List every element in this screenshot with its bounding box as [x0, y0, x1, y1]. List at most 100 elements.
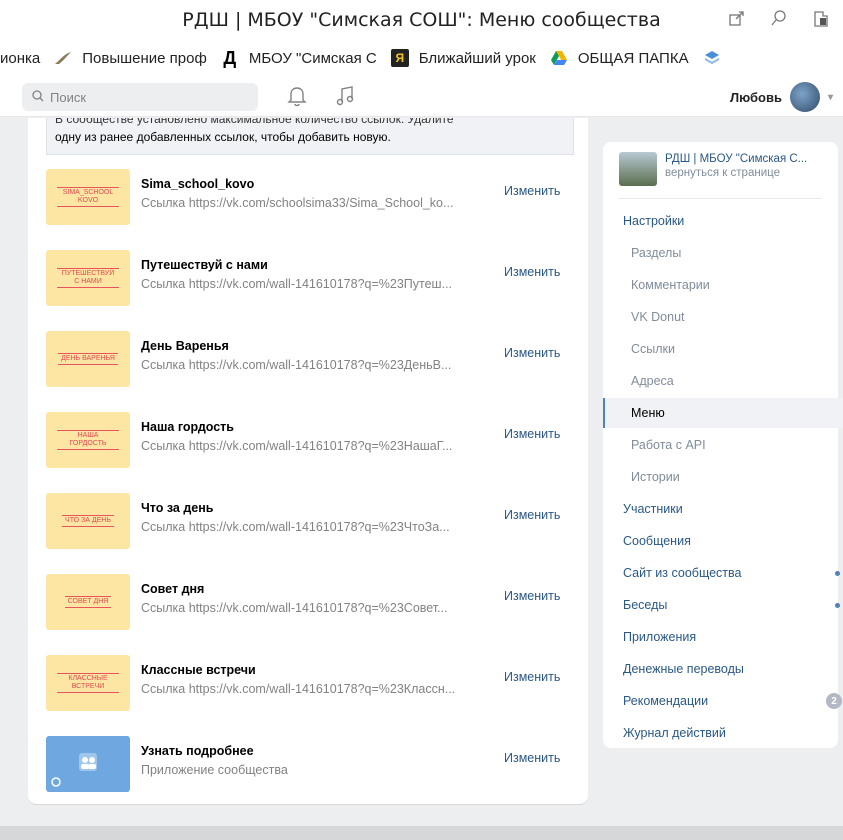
- sidebar-item-label: Настройки: [623, 214, 685, 228]
- item-title[interactable]: Путешествуй с нами: [141, 258, 268, 272]
- list-item[interactable]: ПУТЕШЕСТВУЙ С НАМИ Путешествуй с нами Сс…: [46, 250, 570, 306]
- item-link: Ссылка https://vk.com/wall-141610178?q=%…: [141, 601, 448, 615]
- edit-button[interactable]: Изменить: [504, 589, 560, 603]
- item-thumbnail: НАША ГОРДОСТЬ: [46, 412, 130, 468]
- search-input[interactable]: Поиск: [22, 83, 258, 111]
- item-thumbnail: ЧТО ЗА ДЕНЬ: [46, 493, 130, 549]
- item-thumbnail: ДЕНЬ ВАРЕНЬЯ: [46, 331, 130, 387]
- user-menu[interactable]: Любовь ▾: [730, 82, 833, 112]
- thumbnail-label: КЛАССНЫЕ ВСТРЕЧИ: [57, 673, 119, 693]
- item-thumbnail: ПУТЕШЕСТВУЙ С НАМИ: [46, 250, 130, 306]
- sidebar-item-label: Меню: [631, 406, 665, 420]
- sidebar-item-chats[interactable]: Беседы: [603, 590, 843, 620]
- sidebar-item-recommendations[interactable]: Рекомендации 2: [603, 686, 843, 716]
- music-note-icon[interactable]: [335, 85, 355, 112]
- sidebar-item-label: Комментарии: [631, 278, 710, 292]
- sidebar-item-vk-donut[interactable]: VK Donut: [603, 302, 843, 332]
- notice-line-2: одну из ранее добавленных ссылок, чтобы …: [55, 130, 391, 144]
- sidebar-item-api[interactable]: Работа с API: [603, 430, 843, 460]
- sidebar-item-label: Истории: [631, 470, 680, 484]
- google-drive-icon: [550, 49, 568, 67]
- avatar: [789, 82, 820, 112]
- edit-button[interactable]: Изменить: [504, 670, 560, 684]
- chevron-down-icon: ▾: [827, 91, 833, 103]
- search-placeholder: Поиск: [50, 89, 87, 105]
- item-link: Ссылка https://vk.com/wall-141610178?q=%…: [141, 439, 453, 453]
- list-item[interactable]: Узнать подробнее Приложение сообщества И…: [46, 736, 570, 792]
- edit-button[interactable]: Изменить: [504, 751, 560, 765]
- item-title[interactable]: День Варенья: [141, 339, 229, 353]
- sidebar-item-label: Разделы: [631, 246, 682, 260]
- item-title[interactable]: Узнать подробнее: [141, 744, 254, 758]
- sidebar-item-links[interactable]: Ссылки: [603, 334, 843, 364]
- bookmark-label: Ближайший урок: [418, 49, 536, 67]
- thumbnail-label: SIMA_SCHOOL KOVO: [57, 187, 119, 207]
- sidebar-item-apps[interactable]: Приложения: [603, 622, 843, 652]
- bookmark-label: Повышение проф: [82, 49, 207, 67]
- notice-line-1: В сообществе установлено максимальное ко…: [55, 118, 454, 126]
- d-logo-icon: Д: [223, 47, 237, 68]
- thumbnail-label: ДЕНЬ ВАРЕНЬЯ: [58, 353, 118, 365]
- edit-button[interactable]: Изменить: [504, 265, 560, 279]
- item-link: Ссылка https://vk.com/wall-141610178?q=%…: [141, 520, 450, 534]
- sidebar-item-menu[interactable]: Меню: [603, 398, 843, 428]
- list-item[interactable]: СОВЕТ ДНЯ Совет дня Ссылка https://vk.co…: [46, 574, 570, 630]
- back-to-page-link[interactable]: вернуться к странице: [665, 166, 807, 180]
- community-app-icon: [51, 753, 97, 787]
- limit-notice: В сообществе установлено максимальное ко…: [46, 118, 574, 155]
- group-link[interactable]: РДШ | МБОУ "Симская С... вернуться к стр…: [619, 152, 807, 186]
- list-item[interactable]: ЧТО ЗА ДЕНЬ Что за день Ссылка https://v…: [46, 493, 570, 549]
- stack-icon: [703, 49, 721, 67]
- bookmark-item[interactable]: ионка: [0, 50, 40, 67]
- thumbnail-label: НАША ГОРДОСТЬ: [57, 430, 119, 450]
- sidebar-item-sections[interactable]: Разделы: [603, 238, 843, 268]
- sidebar-item-settings[interactable]: Настройки: [603, 206, 843, 236]
- edit-button[interactable]: Изменить: [504, 427, 560, 441]
- item-title[interactable]: Что за день: [141, 501, 213, 515]
- search-icon[interactable]: [767, 6, 791, 30]
- notifications-bell-icon[interactable]: [287, 85, 307, 112]
- thumbnail-label: СОВЕТ ДНЯ: [64, 596, 112, 608]
- bookmark-item[interactable]: [703, 49, 731, 67]
- sidebar-item-action-log[interactable]: Журнал действий: [603, 718, 843, 748]
- extensions-icon[interactable]: [809, 6, 833, 30]
- item-link: Ссылка https://vk.com/wall-141610178?q=%…: [141, 277, 453, 291]
- share-icon[interactable]: [725, 6, 749, 30]
- item-thumbnail: SIMA_SCHOOL KOVO: [46, 169, 130, 225]
- count-badge: 2: [826, 693, 842, 709]
- user-name: Любовь: [729, 89, 782, 105]
- sidebar-item-label: VK Donut: [631, 310, 685, 324]
- list-item[interactable]: ДЕНЬ ВАРЕНЬЯ День Варенья Ссылка https:/…: [46, 331, 570, 387]
- sidebar-item-money-transfers[interactable]: Денежные переводы: [603, 654, 843, 684]
- sidebar-item-label: Рекомендации: [623, 694, 709, 708]
- sidebar-item-label: Приложения: [623, 630, 697, 644]
- bookmark-item[interactable]: Д МБОУ "Симская С: [221, 47, 377, 68]
- sidebar-item-label: Работа с API: [631, 438, 706, 452]
- sidebar-item-comments[interactable]: Комментарии: [603, 270, 843, 300]
- bookmark-item[interactable]: Повышение проф: [54, 49, 207, 67]
- edit-button[interactable]: Изменить: [504, 508, 560, 522]
- item-title[interactable]: Наша гордость: [141, 420, 234, 434]
- item-thumbnail: СОВЕТ ДНЯ: [46, 574, 130, 630]
- list-item[interactable]: КЛАССНЫЕ ВСТРЕЧИ Классные встречи Ссылка…: [46, 655, 570, 711]
- list-item[interactable]: SIMA_SCHOOL KOVO Sima_school_kovo Ссылка…: [46, 169, 570, 225]
- list-item[interactable]: НАША ГОРДОСТЬ Наша гордость Ссылка https…: [46, 412, 570, 468]
- item-title[interactable]: Sima_school_kovo: [141, 177, 254, 191]
- group-avatar: [619, 152, 657, 186]
- divider: [619, 198, 822, 199]
- sidebar-item-community-site[interactable]: Сайт из сообщества: [603, 558, 843, 588]
- item-title[interactable]: Совет дня: [141, 582, 204, 596]
- sidebar-item-stories[interactable]: Истории: [603, 462, 843, 492]
- group-name: РДШ | МБОУ "Симская С...: [665, 153, 808, 165]
- sidebar-item-addresses[interactable]: Адреса: [603, 366, 843, 396]
- bookmark-label: МБОУ "Симская С: [248, 49, 377, 67]
- sidebar-item-messages[interactable]: Сообщения: [603, 526, 843, 556]
- sidebar-item-label: Участники: [623, 502, 683, 516]
- item-title[interactable]: Классные встречи: [141, 663, 256, 677]
- sidebar-item-members[interactable]: Участники: [603, 494, 843, 524]
- sidebar-item-label: Беседы: [623, 598, 668, 612]
- bookmark-item[interactable]: Я Ближайший урок: [390, 49, 536, 67]
- edit-button[interactable]: Изменить: [504, 184, 560, 198]
- bookmark-item[interactable]: ОБЩАЯ ПАПКА: [550, 49, 689, 67]
- edit-button[interactable]: Изменить: [504, 346, 560, 360]
